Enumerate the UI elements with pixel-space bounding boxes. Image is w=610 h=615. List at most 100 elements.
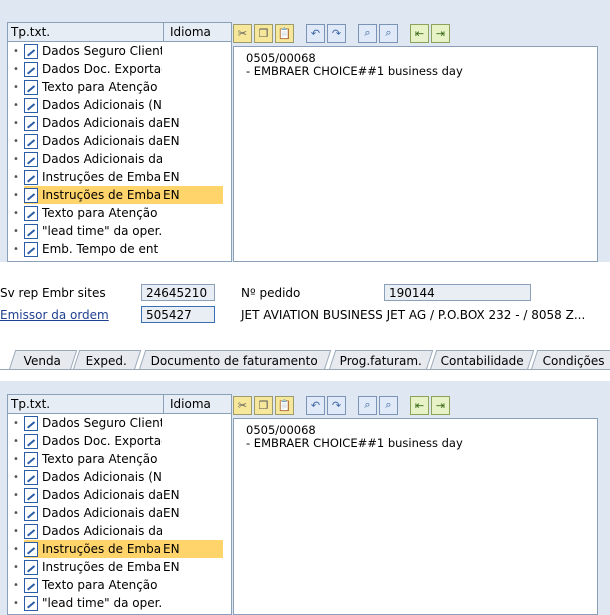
tree-row[interactable]: • Dados Adicionais da EN	[8, 486, 231, 504]
redo-icon[interactable]: ↷	[327, 23, 346, 43]
col-header-lang[interactable]: Idioma	[164, 23, 211, 41]
tree-row-label: "lead time" da oper.	[42, 596, 162, 610]
paste-icon[interactable]: 📋	[275, 395, 294, 415]
col-header-type[interactable]: Tp.txt.	[8, 23, 164, 41]
bullet-icon: •	[13, 597, 19, 609]
tree-row[interactable]: • Dados Doc. Exportação	[8, 60, 231, 78]
tree-row[interactable]: • Dados Adicionais (NF)	[8, 96, 231, 114]
cut-icon[interactable]: ✂	[233, 23, 252, 43]
edit-document-icon	[24, 505, 38, 521]
tree-row-text-cell: Dados Adicionais da	[24, 150, 162, 168]
tree-row-text-cell: Dados Adicionais da	[24, 504, 162, 522]
tab-condicoes[interactable]: Condições	[530, 350, 610, 370]
col-header-type[interactable]: Tp.txt.	[8, 395, 164, 413]
tree-row[interactable]: • "lead time" da oper.	[8, 222, 231, 240]
edit-document-icon	[24, 559, 38, 575]
tree-row[interactable]: • Dados Doc. Exportação	[8, 432, 231, 450]
text-editor[interactable]: 0505/00068 - EMBRAER CHOICE##1 business …	[233, 418, 598, 615]
tab-venda[interactable]: Venda	[8, 350, 78, 370]
edit-document-icon	[24, 469, 38, 485]
tab-documento-faturamento[interactable]: Documento de faturamento	[138, 350, 332, 370]
text-editor[interactable]: 0505/00068 - EMBRAER CHOICE##1 business …	[233, 46, 598, 262]
copy-icon[interactable]: ❐	[254, 23, 273, 43]
tab-strip: Venda Exped. Documento de faturamento Pr…	[0, 350, 610, 370]
bullet-icon: •	[13, 243, 19, 255]
bullet-icon: •	[13, 579, 19, 591]
tree-row[interactable]: • Dados Adicionais da EN	[8, 132, 231, 150]
tab-contabilidade[interactable]: Contabilidade	[429, 350, 535, 370]
edit-document-icon	[24, 61, 38, 77]
tree-row-label: Dados Doc. Exportação	[42, 434, 162, 448]
tree-row-text-cell: Instruções de Emba	[24, 558, 162, 576]
bullet-icon: •	[13, 63, 19, 75]
tree-row[interactable]: • Dados Adicionais da	[8, 522, 231, 540]
tree-rows: • Dados Seguro Cliente • Dados Doc. Exporta…	[8, 42, 231, 258]
col-header-lang[interactable]: Idioma	[164, 395, 211, 413]
edit-document-icon	[24, 115, 38, 131]
tree-row[interactable]: • Instruções de Emba EN	[8, 186, 231, 204]
tab-exped[interactable]: Exped.	[72, 350, 142, 370]
bullet-icon: •	[13, 207, 19, 219]
import-icon[interactable]: ⇤	[410, 395, 429, 415]
tree-row-lang: EN	[163, 134, 180, 148]
tab-prog-faturam[interactable]: Prog.faturam.	[328, 350, 434, 370]
tree-row[interactable]: • Dados Adicionais (NF)	[8, 468, 231, 486]
tree-row-lang	[162, 432, 223, 450]
find-icon[interactable]: ⌕	[358, 23, 377, 43]
tree-row[interactable]: • Dados Seguro Cliente	[8, 414, 231, 432]
cut-icon[interactable]: ✂	[233, 395, 252, 415]
tree-row[interactable]: • Emb. Tempo de ent	[8, 240, 231, 258]
find-next-icon[interactable]: ⌕	[379, 395, 398, 415]
tree-row-lang	[162, 414, 223, 432]
undo-icon[interactable]: ↶	[306, 395, 325, 415]
find-next-icon[interactable]: ⌕	[379, 23, 398, 43]
tree-row-label: Dados Seguro Cliente	[42, 44, 162, 58]
tree-row[interactable]: • Texto para Atenção	[8, 576, 231, 594]
tree-row[interactable]: • Dados Adicionais da	[8, 150, 231, 168]
tree-row-label: Dados Doc. Exportação	[42, 62, 162, 76]
editor-line-2: - EMBRAER CHOICE##1 business day	[246, 64, 463, 78]
export-icon[interactable]: ⇥	[431, 23, 450, 43]
tree-row-lang	[162, 468, 223, 486]
tree-row-text-cell: Dados Adicionais (NF)	[24, 96, 162, 114]
tree-row-lang	[162, 576, 223, 594]
tree-row[interactable]: • Instruções de Emba EN	[8, 558, 231, 576]
bullet-icon: •	[13, 45, 19, 57]
export-icon[interactable]: ⇥	[431, 395, 450, 415]
tree-row[interactable]: • Dados Adicionais da EN	[8, 114, 231, 132]
bullet-icon: •	[13, 453, 19, 465]
undo-icon[interactable]: ↶	[306, 23, 325, 43]
tree-row[interactable]: • "lead time" da oper.	[8, 594, 231, 612]
tree-row-label: Texto para Atenção	[42, 80, 158, 94]
tree-row[interactable]: • Texto para Atenção	[8, 450, 231, 468]
tree-row[interactable]: • Dados Seguro Cliente	[8, 42, 231, 60]
tree-row[interactable]: • Texto para Atenção	[8, 78, 231, 96]
tree-row-label: Texto para Atenção	[42, 206, 158, 220]
edit-document-icon	[24, 241, 38, 257]
tree-row[interactable]: • Dados Adicionais da EN	[8, 504, 231, 522]
tree-row-text-cell: Instruções de Emba	[24, 540, 162, 558]
copy-icon[interactable]: ❐	[254, 395, 273, 415]
redo-icon[interactable]: ↷	[327, 395, 346, 415]
tree-row-lang	[162, 60, 223, 78]
import-icon[interactable]: ⇤	[410, 23, 429, 43]
tree-row-lang	[162, 222, 223, 240]
edit-document-icon	[24, 577, 38, 593]
emissor-link[interactable]: Emissor da ordem	[0, 308, 109, 322]
emissor-field[interactable]: 505427	[141, 306, 215, 323]
bullet-icon: •	[13, 171, 19, 183]
texts-panel-top: Tp.txt. Idioma • Dados Seguro Cliente • Dad…	[0, 0, 610, 262]
tree-row[interactable]: • Texto para Atenção	[8, 204, 231, 222]
tree-row-lang: EN	[163, 560, 180, 574]
svrep-field[interactable]: 24645210	[141, 284, 215, 301]
paste-icon[interactable]: 📋	[275, 23, 294, 43]
edit-document-icon	[24, 541, 38, 557]
tree-row-lang	[162, 240, 223, 258]
tree-row-text-cell: Dados Adicionais (NF)	[24, 468, 162, 486]
edit-document-icon	[24, 43, 38, 59]
tree-row[interactable]: • Instruções de Emba EN	[8, 540, 231, 558]
tree-row[interactable]: • Instruções de Emba EN	[8, 168, 231, 186]
tree-row-text-cell: Texto para Atenção	[24, 450, 162, 468]
pedido-field[interactable]: 190144	[384, 284, 531, 301]
find-icon[interactable]: ⌕	[358, 395, 377, 415]
